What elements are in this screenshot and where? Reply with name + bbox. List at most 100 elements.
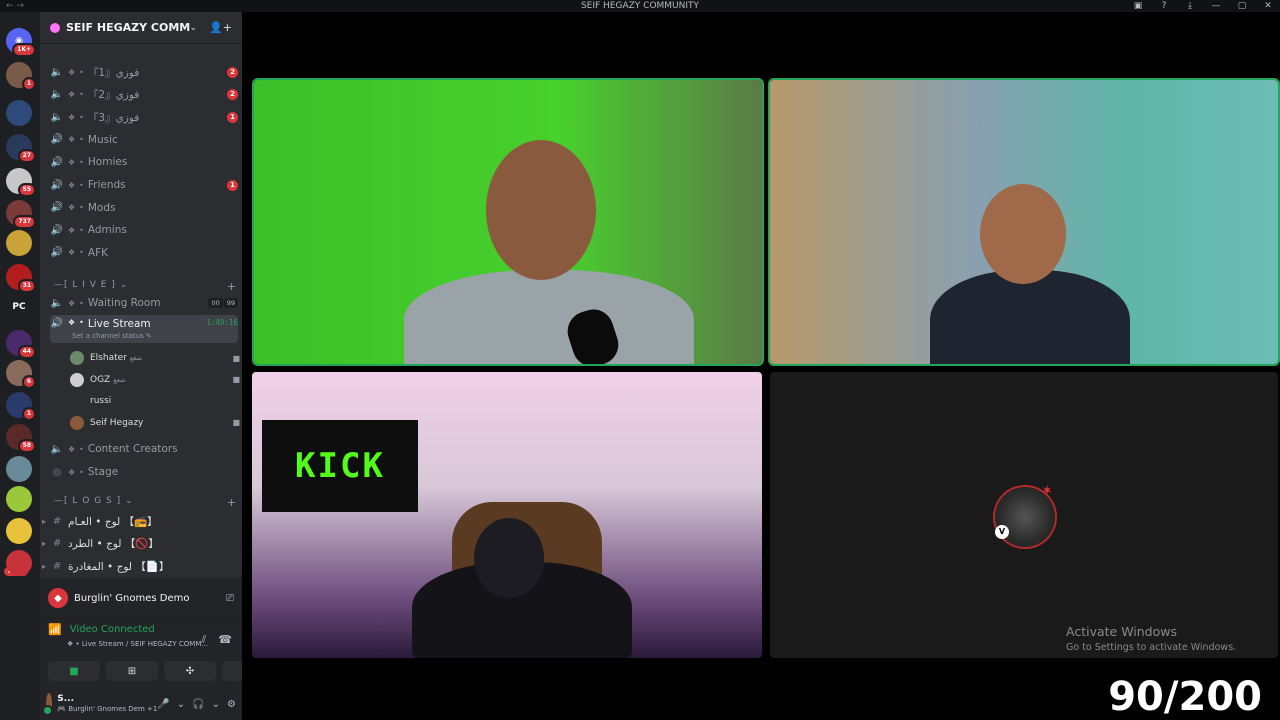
inbox-icon[interactable]: ▣ — [1132, 0, 1144, 12]
chevron-down-icon: ⌄ — [189, 22, 198, 33]
voice-member[interactable]: russi — [70, 392, 240, 410]
close-icon[interactable]: ✕ — [1262, 0, 1274, 12]
unread-badge: 1 — [21, 407, 36, 421]
voice-member[interactable]: OGZ شغع ■ — [70, 371, 240, 389]
activity-icon[interactable]: ⎚ — [226, 593, 234, 604]
server-icon[interactable]: 44 — [6, 330, 36, 359]
channel-content-creators[interactable]: 🔈 ❖ • Content Creators — [50, 439, 238, 459]
hashtag-icon: # — [52, 538, 62, 550]
server-icon[interactable] — [6, 456, 32, 482]
camera-icon: ■ — [232, 375, 240, 384]
server-icon[interactable]: 31 — [6, 264, 36, 293]
camera-button[interactable]: ■ — [48, 661, 100, 681]
user-panel: S... 🎮 Burglin' Gnomes Dem +1 🎤 ⌄ 🎧 ⌄ ⚙ — [40, 688, 242, 720]
server-icon[interactable]: 58 — [6, 424, 36, 453]
voice-channel[interactable]: 🔈 ❖ • 『3』فوزي 1 — [50, 107, 238, 127]
expand-arrow-icon[interactable]: ▸ — [42, 562, 46, 571]
voice-location[interactable]: ❖ • Live Stream / SEIF HEGAZY COMM... — [67, 640, 208, 648]
text-channel[interactable]: ▸ # لوج • الطرد 【🚫】 — [42, 534, 230, 554]
video-tile-3[interactable]: KICK — [252, 372, 762, 658]
disconnect-icon[interactable]: ☎ — [218, 633, 232, 647]
server-icon[interactable]: 1 — [6, 62, 36, 91]
add-channel-icon[interactable]: + — [227, 496, 236, 509]
help-icon[interactable]: ? — [1158, 0, 1170, 12]
channel-status[interactable]: Set a channel status ✎ — [72, 332, 152, 340]
maximize-icon[interactable]: ▢ — [1236, 0, 1248, 12]
kick-banner: KICK — [262, 420, 418, 512]
server-icon[interactable] — [6, 518, 32, 544]
expand-arrow-icon[interactable]: ▸ — [42, 517, 46, 526]
avatar — [70, 415, 84, 430]
speaker-icon: 🔈 — [50, 111, 64, 123]
server-icon[interactable]: 6 — [6, 360, 36, 389]
server-icon[interactable]: 27 — [6, 134, 36, 163]
server-icon[interactable] — [6, 486, 32, 512]
diamond-icon: ❖ — [68, 318, 76, 327]
voice-channel[interactable]: 🔊 ❖ • Friends 1 — [50, 175, 238, 195]
mention-badge: 2 — [227, 89, 238, 101]
voice-channel[interactable]: 🔈 ❖ • 『1』فوزي 2 — [50, 62, 238, 82]
server-icon[interactable] — [6, 550, 32, 576]
server-icon[interactable] — [6, 100, 32, 126]
chevron-down-icon[interactable]: ⌄ — [212, 699, 220, 710]
voice-channel[interactable]: 🔊 ❖ • Music — [50, 130, 238, 150]
diamond-icon: ❖ — [68, 135, 76, 145]
noise-suppression-icon[interactable]: ⫽ — [201, 633, 206, 647]
voice-status: Video Connected — [69, 624, 155, 635]
headphones-icon[interactable]: 🎧 — [192, 699, 204, 710]
unread-badge: 55 — [17, 183, 36, 197]
video-tile-2[interactable] — [770, 80, 1278, 364]
server-list: NEW ◉1K+1275573731PC446158 — [0, 12, 40, 720]
signal-icon[interactable]: 📶 — [48, 623, 62, 636]
voice-channel[interactable]: 🔈 ❖ • 『2』فوزي 2 — [50, 85, 238, 105]
text-channel[interactable]: ▸ # لوج • العـام 【📻】 — [42, 511, 230, 531]
windows-watermark: Activate Windows Go to Settings to activ… — [1066, 624, 1237, 653]
channel-label: Music — [87, 133, 118, 146]
username[interactable]: S... — [57, 694, 157, 704]
video-tile-1[interactable] — [254, 80, 762, 364]
channel-label: Admins — [87, 224, 127, 237]
microphone-icon[interactable]: 🎤 — [157, 699, 169, 710]
game-icon: ◆ — [48, 588, 68, 608]
diamond-icon: ❖ — [68, 467, 76, 477]
server-icon[interactable]: 55 — [6, 168, 36, 197]
voice-channel[interactable]: 🔊 ❖ • Homies — [50, 152, 238, 172]
voice-channel[interactable]: 🔊 ❖ • AFK — [50, 243, 238, 263]
participant-head — [980, 184, 1066, 284]
channel-live-stream[interactable]: 🔊 ❖ • Live Stream 1:49:16 Set a channel … — [50, 315, 238, 343]
speaker-icon: 🔊 — [50, 134, 64, 146]
voice-member[interactable]: Elshater شغع ■ — [70, 349, 240, 367]
channel-label: Live Stream — [87, 318, 151, 330]
window-controls: ▣ ? ⤓ — ▢ ✕ — [1132, 0, 1274, 12]
invite-people-icon[interactable]: 👤+ — [209, 21, 232, 34]
server-header[interactable]: SEIF HEGAZY COMMUNI... ⌄ 👤+ — [40, 12, 242, 44]
voice-member[interactable]: Seif Hegazy ■ — [70, 414, 240, 432]
member-tag: شغع — [129, 354, 142, 362]
category-live[interactable]: —[ L I V E ] ⌄ + — [54, 280, 236, 293]
overlay-counter: 90/200 — [1108, 674, 1262, 720]
server-icon[interactable]: PC — [6, 294, 32, 320]
avatar[interactable] — [42, 693, 54, 716]
category-label: —[ L O G S ] ⌄ — [54, 496, 134, 506]
text-channel[interactable]: ▸ # لوج • المغادرة 【📄】 — [42, 556, 230, 576]
voice-channel[interactable]: 🔊 ❖ • Mods — [50, 198, 238, 218]
minimize-icon[interactable]: — — [1210, 0, 1222, 12]
server-icon[interactable]: 737 — [6, 200, 36, 229]
channel-stage[interactable]: ◎ ❖ • Stage — [50, 462, 238, 482]
settings-gear-icon[interactable]: ⚙ — [227, 699, 236, 710]
video-tile-4[interactable]: V ✶ — [770, 372, 1278, 658]
activities-button[interactable]: ✣ — [164, 661, 216, 681]
add-channel-icon[interactable]: + — [227, 280, 236, 293]
speaker-icon: 🔈 — [50, 443, 64, 455]
voice-channel[interactable]: 🔊 ❖ • Admins — [50, 220, 238, 240]
download-icon[interactable]: ⤓ — [1184, 0, 1196, 12]
screen-share-button[interactable]: ⊞ — [106, 661, 158, 681]
category-logs[interactable]: —[ L O G S ] ⌄ + — [54, 496, 236, 509]
server-icon[interactable]: ◉ 1K+ — [6, 28, 36, 57]
channel-waiting-room[interactable]: 🔈 ❖ • Waiting Room 00 99 — [50, 293, 238, 313]
avatar — [70, 372, 84, 387]
chevron-down-icon[interactable]: ⌄ — [177, 699, 185, 710]
server-icon[interactable]: 1 — [6, 392, 36, 421]
server-icon[interactable] — [6, 230, 32, 256]
expand-arrow-icon[interactable]: ▸ — [42, 539, 46, 548]
